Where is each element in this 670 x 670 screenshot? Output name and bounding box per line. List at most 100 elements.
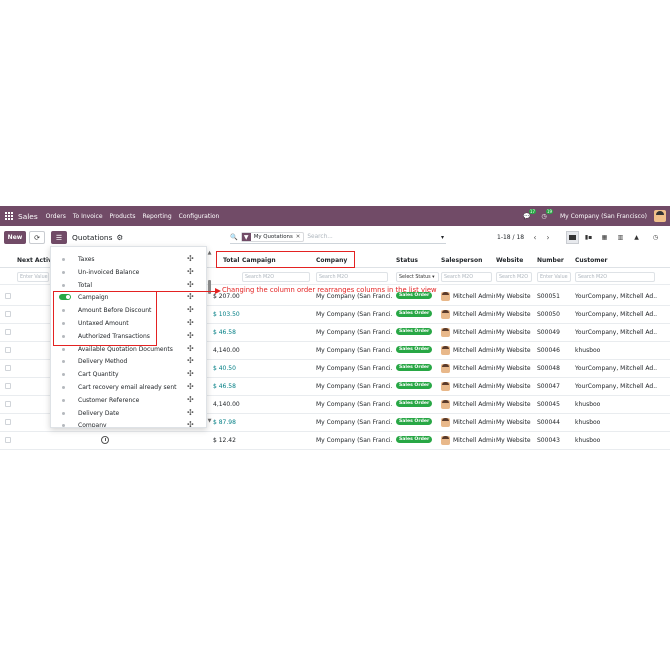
dropdown-scrollbar[interactable]: ▲ ▼ (207, 250, 212, 426)
column-option[interactable]: Cart Quantity ✣ (51, 368, 206, 381)
drag-handle-icon[interactable]: ✣ (187, 344, 194, 353)
drag-handle-icon[interactable]: ✣ (187, 331, 194, 340)
row-checkbox[interactable] (5, 311, 11, 317)
filter-salesperson[interactable]: Search M2O (441, 272, 492, 282)
toggle-off-icon[interactable] (62, 347, 65, 351)
refresh-icon[interactable]: ⟳ (29, 231, 45, 244)
toggle-off-icon[interactable] (62, 373, 65, 377)
col-status[interactable]: Status (396, 257, 418, 264)
new-button[interactable]: New (4, 231, 26, 244)
filter-number[interactable]: Enter Value (537, 272, 571, 282)
toggle-off-icon[interactable] (62, 411, 65, 415)
toggle-off-icon[interactable] (62, 283, 65, 287)
cell-total: $ 207.00 (213, 293, 240, 300)
chat-icon[interactable]: 💬 17 (522, 209, 536, 221)
filter-icon: ▼ (241, 233, 251, 241)
main-menu: Orders To Invoice Products Reporting Con… (46, 213, 220, 220)
toggle-off-icon[interactable] (62, 270, 65, 274)
user-avatar[interactable] (654, 210, 666, 222)
cell-salesperson: Mitchell Admin (453, 329, 495, 336)
drag-handle-icon[interactable]: ✣ (187, 305, 194, 314)
row-checkbox[interactable] (5, 365, 11, 371)
company-switcher[interactable]: My Company (San Francisco) (560, 213, 647, 220)
drag-handle-icon[interactable]: ✣ (187, 267, 194, 276)
drag-handle-icon[interactable]: ✣ (187, 369, 194, 378)
status-badge: Sales Order (396, 310, 433, 317)
kanban-view-icon[interactable]: ▮▪ (582, 231, 595, 244)
app-name[interactable]: Sales (18, 212, 38, 221)
column-option[interactable]: Taxes ✣ (51, 253, 206, 266)
column-option[interactable]: Un-invoiced Balance ✣ (51, 266, 206, 279)
drag-handle-icon[interactable]: ✣ (187, 356, 194, 365)
drag-handle-icon[interactable]: ✣ (187, 420, 194, 427)
scroll-up-icon[interactable]: ▲ (207, 250, 212, 256)
row-checkbox[interactable] (5, 293, 11, 299)
pivot-view-icon[interactable]: ▥ (614, 231, 627, 244)
pager-prev-icon[interactable]: ‹ (529, 231, 541, 244)
list-menu-icon[interactable]: ☰ (51, 231, 67, 244)
toggle-off-icon[interactable] (62, 398, 65, 402)
facet-close-icon[interactable]: ✕ (296, 234, 304, 240)
filter-campaign[interactable]: Search M2O (242, 272, 310, 282)
cell-salesperson: Mitchell Admin (453, 347, 495, 354)
cell-salesperson: Mitchell Admin (453, 293, 495, 300)
filter-company[interactable]: Search M2O (316, 272, 388, 282)
search-input[interactable]: Search... (307, 234, 332, 240)
menu-configuration[interactable]: Configuration (179, 213, 220, 220)
activity-view-icon[interactable]: ◷ (649, 231, 662, 244)
search-bar[interactable]: 🔍 ▼ My Quotations ✕ Search... ▾ (230, 231, 446, 244)
pager-value[interactable]: 1-18 / 18 (497, 234, 524, 241)
list-view-icon[interactable] (566, 231, 579, 244)
toggle-off-icon[interactable] (62, 424, 65, 427)
cell-number: S00047 (537, 383, 560, 390)
column-option-label: Total (78, 281, 93, 289)
drag-handle-icon[interactable]: ✣ (187, 408, 194, 417)
column-option[interactable]: Total ✣ (51, 279, 206, 292)
column-option[interactable]: Customer Reference ✣ (51, 394, 206, 407)
column-option[interactable]: Cart recovery email already sent ✣ (51, 381, 206, 394)
graph-view-icon[interactable]: ▲ (630, 231, 643, 244)
calendar-view-icon[interactable]: ▦ (598, 231, 611, 244)
filter-website[interactable]: Search M2O (496, 272, 532, 282)
drag-handle-icon[interactable]: ✣ (187, 280, 194, 289)
row-checkbox[interactable] (5, 419, 11, 425)
menu-orders[interactable]: Orders (46, 213, 66, 220)
status-badge: Sales Order (396, 346, 433, 353)
menu-products[interactable]: Products (110, 213, 136, 220)
column-option[interactable]: Delivery Method ✣ (51, 355, 206, 368)
row-checkbox[interactable] (5, 437, 11, 443)
drag-handle-icon[interactable]: ✣ (187, 382, 194, 391)
annotation-arrow (157, 291, 219, 293)
filter-next-activity[interactable]: Enter Value (17, 272, 49, 282)
toggle-off-icon[interactable] (62, 360, 65, 364)
scroll-down-icon[interactable]: ▼ (207, 418, 212, 424)
table-row[interactable]: $ 12.42 My Company (San Franci... Sales Or… (0, 432, 670, 450)
menu-reporting[interactable]: Reporting (142, 213, 171, 220)
filter-status[interactable]: Select Status ▾ (396, 272, 439, 282)
row-checkbox[interactable] (5, 347, 11, 353)
toggle-off-icon[interactable] (62, 386, 65, 389)
menu-to-invoice[interactable]: To Invoice (73, 213, 103, 220)
cell-number: S00048 (537, 365, 560, 372)
activity-clock-icon[interactable]: ◷ 19 (539, 209, 553, 221)
drag-handle-icon[interactable]: ✣ (187, 318, 194, 327)
filter-customer[interactable]: Search M2O (575, 272, 655, 282)
apps-menu-icon[interactable] (5, 212, 13, 220)
col-number[interactable]: Number (537, 257, 564, 264)
column-option[interactable]: Delivery Date ✣ (51, 407, 206, 420)
col-salesperson[interactable]: Salesperson (441, 257, 482, 264)
activity-clock-icon[interactable] (101, 436, 109, 444)
drag-handle-icon[interactable]: ✣ (187, 254, 194, 263)
toggle-off-icon[interactable] (62, 258, 65, 261)
row-checkbox[interactable] (5, 329, 11, 335)
gear-icon[interactable]: ⚙ (116, 233, 123, 242)
row-checkbox[interactable] (5, 401, 11, 407)
column-option[interactable]: Company ✣ (51, 419, 206, 427)
row-checkbox[interactable] (5, 383, 11, 389)
drag-handle-icon[interactable]: ✣ (187, 292, 194, 301)
col-customer[interactable]: Customer (575, 257, 608, 264)
col-website[interactable]: Website (496, 257, 523, 264)
search-options-caret-icon[interactable]: ▾ (441, 234, 444, 241)
pager-next-icon[interactable]: › (542, 231, 554, 244)
drag-handle-icon[interactable]: ✣ (187, 395, 194, 404)
